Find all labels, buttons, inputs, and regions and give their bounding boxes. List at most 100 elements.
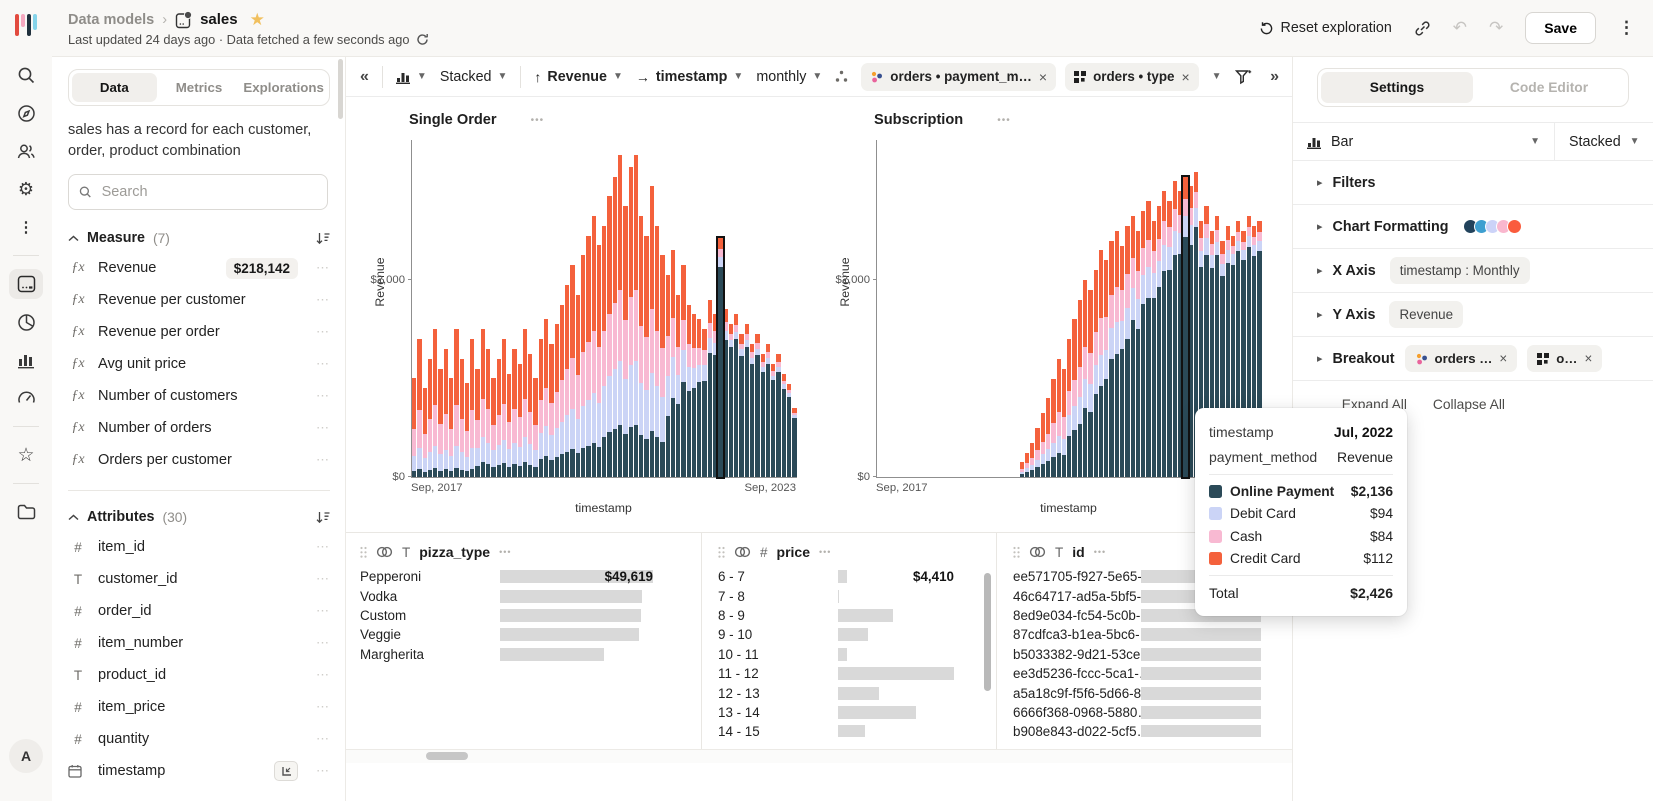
bar[interactable] <box>734 314 738 477</box>
bar[interactable] <box>581 255 585 477</box>
user-avatar[interactable]: A <box>9 739 43 773</box>
sidebar-scrollbar[interactable] <box>338 59 343 119</box>
bar[interactable] <box>423 388 427 477</box>
value-row[interactable]: 87cdfca3-b1ea-5bc6-… <box>1013 625 1277 644</box>
remove-breakout-icon[interactable]: × <box>1039 69 1047 85</box>
bar[interactable] <box>766 344 770 477</box>
row-menu-icon[interactable]: ⋯ <box>316 571 330 587</box>
bar[interactable] <box>755 334 759 477</box>
search-input[interactable] <box>100 183 317 201</box>
bar[interactable] <box>502 339 506 477</box>
bar[interactable] <box>1173 181 1177 477</box>
undo-icon[interactable]: ↶ <box>1453 18 1467 38</box>
settings-section-x-axis[interactable]: ▸X Axistimestamp : Monthly <box>1293 249 1653 293</box>
field-item-number-of-orders[interactable]: ƒxNumber of orders⋯ <box>68 412 330 444</box>
more-menu-icon[interactable]: ⋮ <box>9 212 43 242</box>
remove-breakout-icon[interactable]: × <box>1181 69 1189 85</box>
remove-breakout-icon[interactable]: × <box>1499 351 1507 366</box>
bar[interactable] <box>412 378 416 477</box>
value-row[interactable]: Custom <box>360 606 687 625</box>
panel-scrollbar-thumb[interactable] <box>984 573 991 691</box>
value-row[interactable]: ee3d5236-fccc-5ca1-… <box>1013 664 1277 683</box>
bar[interactable] <box>1072 319 1076 477</box>
bar[interactable] <box>1057 359 1061 477</box>
bar[interactable] <box>597 245 601 477</box>
field-item-timestamp[interactable]: timestamp⋯ <box>68 755 330 787</box>
field-item-avg-unit-price[interactable]: ƒxAvg unit price⋯ <box>68 348 330 380</box>
field-item-revenue-per-customer[interactable]: ƒxRevenue per customer⋯ <box>68 284 330 316</box>
value-row[interactable]: 7 - 8 <box>718 586 980 605</box>
value-row[interactable]: 8 - 9 <box>718 606 980 625</box>
bar[interactable] <box>729 324 733 477</box>
bar[interactable] <box>1035 428 1039 477</box>
bar[interactable] <box>433 329 437 477</box>
value-row[interactable]: Vodka <box>360 586 687 605</box>
bar[interactable] <box>782 374 786 477</box>
bar[interactable] <box>491 378 495 477</box>
bar[interactable] <box>1120 246 1124 477</box>
sidebar-tab-explorations[interactable]: Explorations <box>241 73 326 102</box>
bar[interactable] <box>623 206 627 477</box>
value-row[interactable]: a5a18c9f-f5f6-5d66-8… <box>1013 683 1277 702</box>
favorites-star-icon[interactable]: ☆ <box>9 440 43 470</box>
bar[interactable] <box>518 364 522 477</box>
collapse-sidebar-icon[interactable]: « <box>360 68 369 86</box>
row-menu-icon[interactable]: ⋯ <box>316 324 330 340</box>
sort-icon-button[interactable] <box>316 232 330 245</box>
bar[interactable] <box>565 285 569 477</box>
bar[interactable] <box>644 236 648 477</box>
bar[interactable] <box>481 329 485 477</box>
panel-header-price[interactable]: #price••• <box>718 533 980 567</box>
bar[interactable] <box>687 305 691 477</box>
field-item-orders-per-customer[interactable]: ƒxOrders per customer⋯ <box>68 444 330 476</box>
row-menu-icon[interactable]: ⋯ <box>316 292 330 308</box>
bar[interactable] <box>666 275 670 477</box>
value-row[interactable]: 6 - 7$4,410 <box>718 567 980 586</box>
panel-menu-icon[interactable]: ••• <box>819 547 831 557</box>
bar[interactable] <box>512 349 516 477</box>
field-item-number-of-customers[interactable]: ƒxNumber of customers⋯ <box>68 380 330 412</box>
value-row[interactable]: 11 - 12 <box>718 664 980 683</box>
bar[interactable] <box>1104 260 1108 477</box>
value-row[interactable]: b5033382-9d21-53ce… <box>1013 645 1277 664</box>
value-row[interactable]: Pepperoni$49,619 <box>360 567 687 586</box>
row-menu-icon[interactable]: ⋯ <box>316 603 330 619</box>
bar[interactable] <box>1178 191 1182 477</box>
sidebar-tab-metrics[interactable]: Metrics <box>157 73 242 102</box>
bar[interactable] <box>671 250 675 477</box>
bar[interactable] <box>639 216 643 477</box>
bar[interactable] <box>1167 201 1171 477</box>
settings-tab-settings[interactable]: Settings <box>1321 72 1473 103</box>
bar[interactable] <box>460 359 464 477</box>
bar[interactable] <box>660 255 664 477</box>
bar[interactable] <box>776 354 780 477</box>
bar[interactable] <box>771 364 775 477</box>
breadcrumb-root[interactable]: Data models <box>68 12 154 28</box>
collapse-all-link[interactable]: Collapse All <box>1433 397 1505 412</box>
bar[interactable] <box>1094 270 1098 477</box>
row-menu-icon[interactable]: ⋯ <box>316 635 330 651</box>
app-logo-icon[interactable] <box>15 14 37 36</box>
bar[interactable] <box>539 339 543 477</box>
bar[interactable] <box>676 295 680 477</box>
bar[interactable] <box>533 378 537 477</box>
row-menu-icon[interactable]: ⋯ <box>316 763 330 779</box>
bar[interactable] <box>475 369 479 477</box>
settings-section-breakout[interactable]: ▸Breakoutorders …×o…× <box>1293 337 1653 381</box>
bar[interactable] <box>1041 413 1045 477</box>
bar[interactable] <box>1046 398 1050 477</box>
value-row[interactable]: b908e843-d022-5cf5… <box>1013 722 1277 737</box>
chart-menu-icon[interactable]: ••• <box>997 115 1011 126</box>
charts-icon[interactable] <box>9 345 43 375</box>
value-row[interactable]: 10 - 11 <box>718 645 980 664</box>
bar[interactable] <box>586 236 590 477</box>
dimension-dropdown[interactable]: → timestamp ▼ <box>636 69 743 85</box>
horizontal-scrollbar-thumb[interactable] <box>426 752 468 760</box>
bar[interactable] <box>1025 453 1029 477</box>
bar[interactable] <box>1051 379 1055 477</box>
add-breakout-caret-icon[interactable]: ▼ <box>1212 71 1222 82</box>
saved-explorations-icon[interactable] <box>9 307 43 337</box>
bar[interactable] <box>602 226 606 477</box>
bar[interactable] <box>739 334 743 477</box>
bar[interactable] <box>692 314 696 477</box>
